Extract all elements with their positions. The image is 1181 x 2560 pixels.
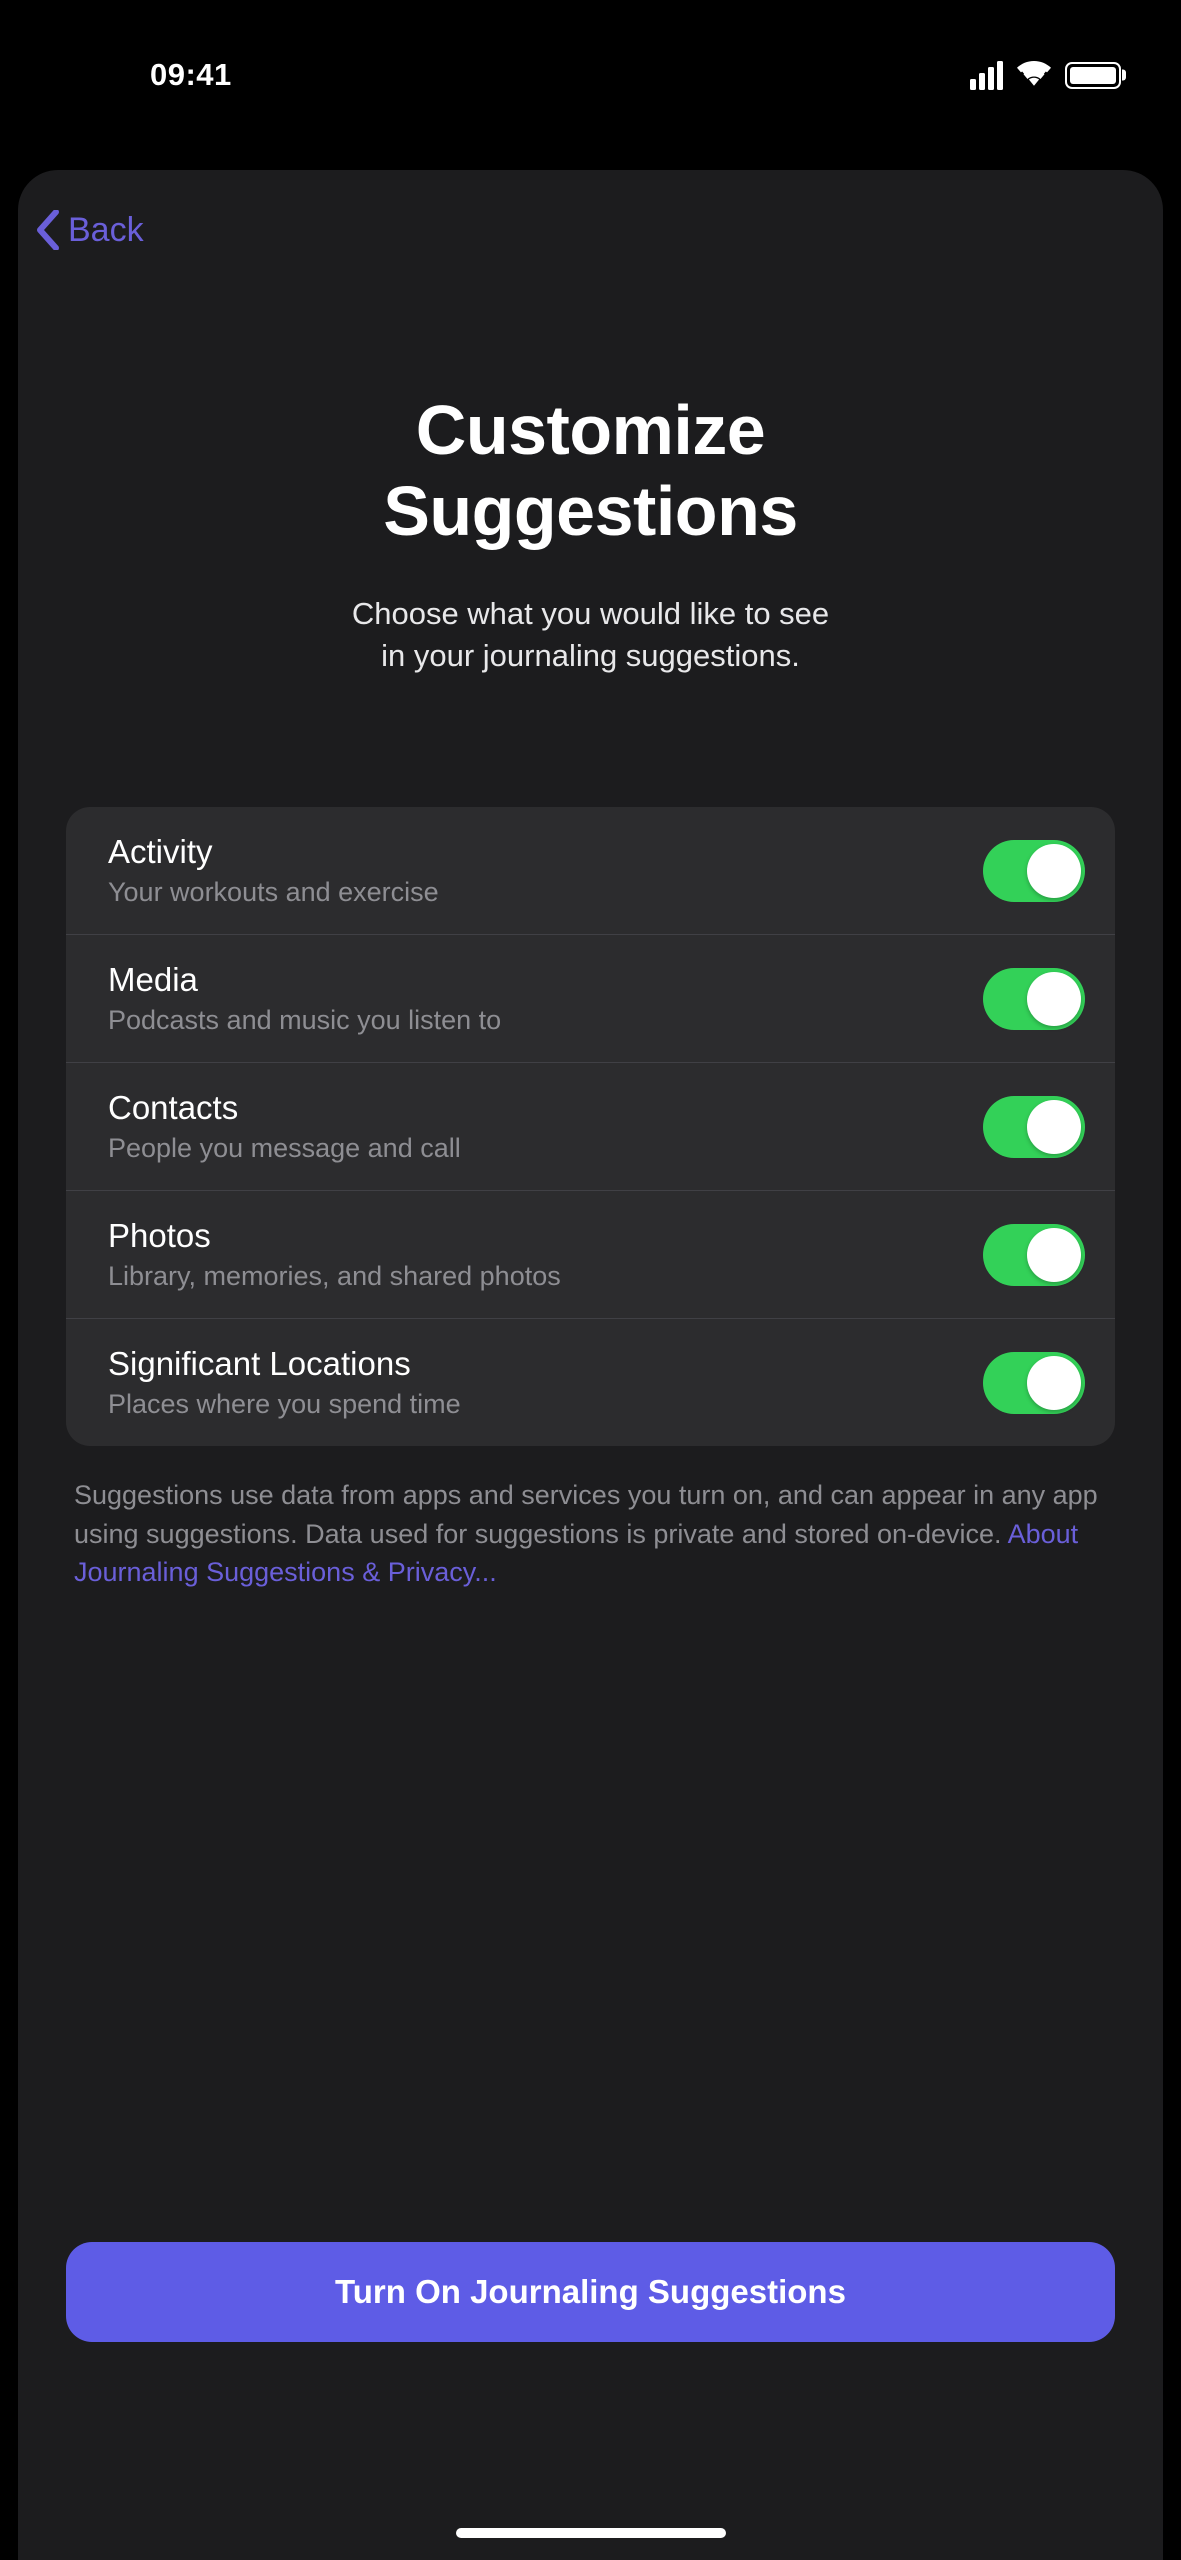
setting-title: Media bbox=[108, 961, 983, 999]
setting-activity: Activity Your workouts and exercise bbox=[66, 807, 1115, 935]
header: Customize Suggestions Choose what you wo… bbox=[18, 390, 1163, 677]
page-title: Customize Suggestions bbox=[78, 390, 1103, 551]
home-indicator[interactable] bbox=[456, 2528, 726, 2538]
setting-desc: Places where you spend time bbox=[108, 1389, 983, 1420]
back-label: Back bbox=[68, 211, 144, 250]
setting-desc: Podcasts and music you listen to bbox=[108, 1005, 983, 1036]
toggle-contacts[interactable] bbox=[983, 1096, 1085, 1158]
wifi-icon bbox=[1017, 60, 1051, 91]
footer-text: Suggestions use data from apps and servi… bbox=[74, 1476, 1107, 1591]
settings-group: Activity Your workouts and exercise Medi… bbox=[66, 807, 1115, 1446]
setting-contacts: Contacts People you message and call bbox=[66, 1063, 1115, 1191]
page-subtitle: Choose what you would like to see in you… bbox=[78, 593, 1103, 677]
status-time: 09:41 bbox=[150, 57, 232, 93]
cellular-icon bbox=[970, 61, 1003, 90]
setting-photos: Photos Library, memories, and shared pho… bbox=[66, 1191, 1115, 1319]
back-button[interactable]: Back bbox=[18, 210, 1163, 250]
setting-title: Significant Locations bbox=[108, 1345, 983, 1383]
status-indicators bbox=[970, 60, 1121, 91]
toggle-photos[interactable] bbox=[983, 1224, 1085, 1286]
setting-media: Media Podcasts and music you listen to bbox=[66, 935, 1115, 1063]
setting-desc: Library, memories, and shared photos bbox=[108, 1261, 983, 1292]
toggle-media[interactable] bbox=[983, 968, 1085, 1030]
modal-sheet: Back Customize Suggestions Choose what y… bbox=[18, 170, 1163, 2560]
setting-title: Contacts bbox=[108, 1089, 983, 1127]
setting-desc: Your workouts and exercise bbox=[108, 877, 983, 908]
battery-icon bbox=[1065, 62, 1121, 89]
setting-locations: Significant Locations Places where you s… bbox=[66, 1319, 1115, 1446]
toggle-activity[interactable] bbox=[983, 840, 1085, 902]
setting-title: Photos bbox=[108, 1217, 983, 1255]
status-bar: 09:41 bbox=[0, 0, 1181, 150]
turn-on-button[interactable]: Turn On Journaling Suggestions bbox=[66, 2242, 1115, 2342]
chevron-left-icon bbox=[36, 210, 60, 250]
setting-desc: People you message and call bbox=[108, 1133, 983, 1164]
toggle-locations[interactable] bbox=[983, 1352, 1085, 1414]
setting-title: Activity bbox=[108, 833, 983, 871]
